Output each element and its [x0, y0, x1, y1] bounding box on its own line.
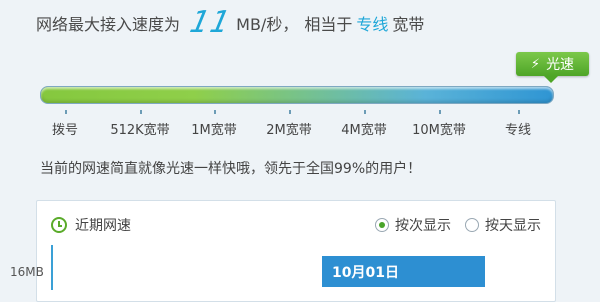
headline-prefix: 网络最大接入速度为 — [36, 15, 181, 34]
scale-label-2m: 2M宽带 — [266, 123, 312, 138]
chart-y-axis — [51, 245, 53, 290]
display-mode-options: 按次显示 按天显示 — [375, 215, 541, 235]
scale-label-4m: 4M宽带 — [341, 123, 387, 138]
speed-bar — [40, 86, 554, 104]
clock-icon — [51, 217, 67, 233]
speed-value: 11 — [186, 5, 234, 40]
badge-label: 光速 — [546, 57, 575, 73]
scale-label-leased-line: 专线 — [504, 123, 532, 138]
y-axis-label: 16MB — [10, 265, 44, 279]
date-tooltip: 10月01日 — [322, 256, 485, 287]
speed-unit: MB/秒， — [236, 15, 299, 34]
radio-indicator-selected[interactable] — [375, 218, 389, 232]
scale-tick — [140, 110, 142, 114]
equals-text: 相当于 — [304, 15, 353, 34]
panel-header: 近期网速 — [51, 215, 131, 235]
speed-badge: ⚡ 光速 — [516, 52, 589, 83]
scale-label-dialup: 拨号 — [51, 123, 79, 138]
scale-label-1m: 1M宽带 — [191, 123, 237, 138]
radio-by-day[interactable]: 按天显示 — [465, 215, 541, 235]
radio-label: 按次显示 — [395, 218, 451, 234]
speed-comparison-note: 当前的网速简直就像光速一样快哦，领先于全国99%的用户！ — [40, 161, 422, 177]
scale-tick — [364, 110, 366, 114]
radio-indicator[interactable] — [465, 218, 479, 232]
lightning-icon: ⚡ — [530, 56, 541, 72]
scale-label-512k: 512K宽带 — [110, 123, 170, 138]
panel-title: 近期网速 — [75, 218, 131, 234]
radio-label: 按天显示 — [485, 218, 541, 234]
equals-value: 专线 — [356, 15, 389, 34]
tooltip-date: 10月01日 — [332, 264, 399, 281]
scale-tick — [439, 110, 441, 114]
scale-label-10m: 10M宽带 — [412, 123, 466, 138]
speed-headline: 网络最大接入速度为 11 MB/秒， 相当于 专线 宽带 — [36, 5, 425, 40]
headline-suffix: 宽带 — [392, 15, 425, 34]
scale-tick — [65, 110, 67, 114]
scale-tick — [289, 110, 291, 114]
radio-by-test[interactable]: 按次显示 — [375, 215, 451, 235]
scale-tick — [518, 110, 520, 114]
scale-tick — [214, 110, 216, 114]
